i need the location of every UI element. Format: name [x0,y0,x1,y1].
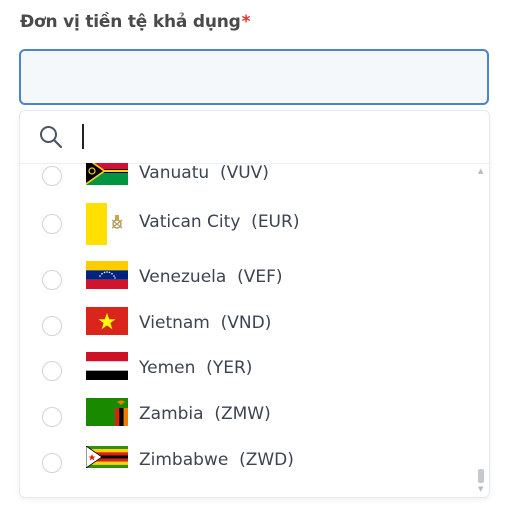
list-item-zambia[interactable]: Zambia (ZMW) [20,398,475,438]
zambia-flag [86,398,128,426]
list-item-label: Vatican City (EUR) [139,212,300,232]
list-item-vatican-city[interactable]: Vatican City (EUR) [20,203,475,247]
currency-select[interactable] [19,49,489,105]
scroll-thumb[interactable] [478,469,484,483]
search-input[interactable] [78,121,458,151]
currency-list: Vanuatu (VUV) Vatican City (EUR) Venezue… [20,163,489,497]
list-item-venezuela[interactable]: Venezuela (VEF) [20,261,475,301]
list-item-zimbabwe[interactable]: Zimbabwe (ZWD) [20,444,475,484]
vietnam-flag [86,307,128,335]
list-item-vanuatu[interactable]: Vanuatu (VUV) [20,163,475,197]
list-item-label: Zimbabwe (ZWD) [139,450,294,470]
field-label-text: Đơn vị tiền tệ khả dụng [20,12,241,32]
list-item-vietnam[interactable]: Vietnam (VND) [20,307,475,347]
radio-button[interactable] [42,214,62,234]
zimbabwe-flag [86,446,128,468]
radio-button[interactable] [42,407,62,427]
scroll-up-arrow-icon[interactable]: ▲ [478,167,483,175]
list-item-label: Yemen (YER) [139,358,253,378]
vanuatu-flag [86,163,128,185]
list-item-label: Vanuatu (VUV) [139,163,269,183]
radio-button[interactable] [42,316,62,336]
currency-dropdown: Vanuatu (VUV) Vatican City (EUR) Venezue… [19,110,490,498]
venezuela-flag [86,261,128,289]
list-item-label: Venezuela (VEF) [139,267,283,287]
list-item-label: Zambia (ZMW) [139,404,271,424]
radio-button[interactable] [42,270,62,290]
field-label: Đơn vị tiền tệ khả dụng* [20,12,250,32]
scroll-down-arrow-icon[interactable]: ▼ [478,485,483,493]
vatican-flag [86,203,128,245]
text-caret [82,124,84,149]
list-item-yemen[interactable]: Yemen (YER) [20,352,475,392]
yemen-flag [86,352,128,380]
radio-button[interactable] [42,453,62,473]
list-item-label: Vietnam (VND) [139,313,272,333]
radio-button[interactable] [42,361,62,381]
radio-button[interactable] [42,166,62,186]
list-scrollbar[interactable]: ▲ ▼ [477,167,485,493]
dropdown-search [20,111,489,164]
required-mark: * [241,12,251,32]
search-icon [40,126,63,149]
